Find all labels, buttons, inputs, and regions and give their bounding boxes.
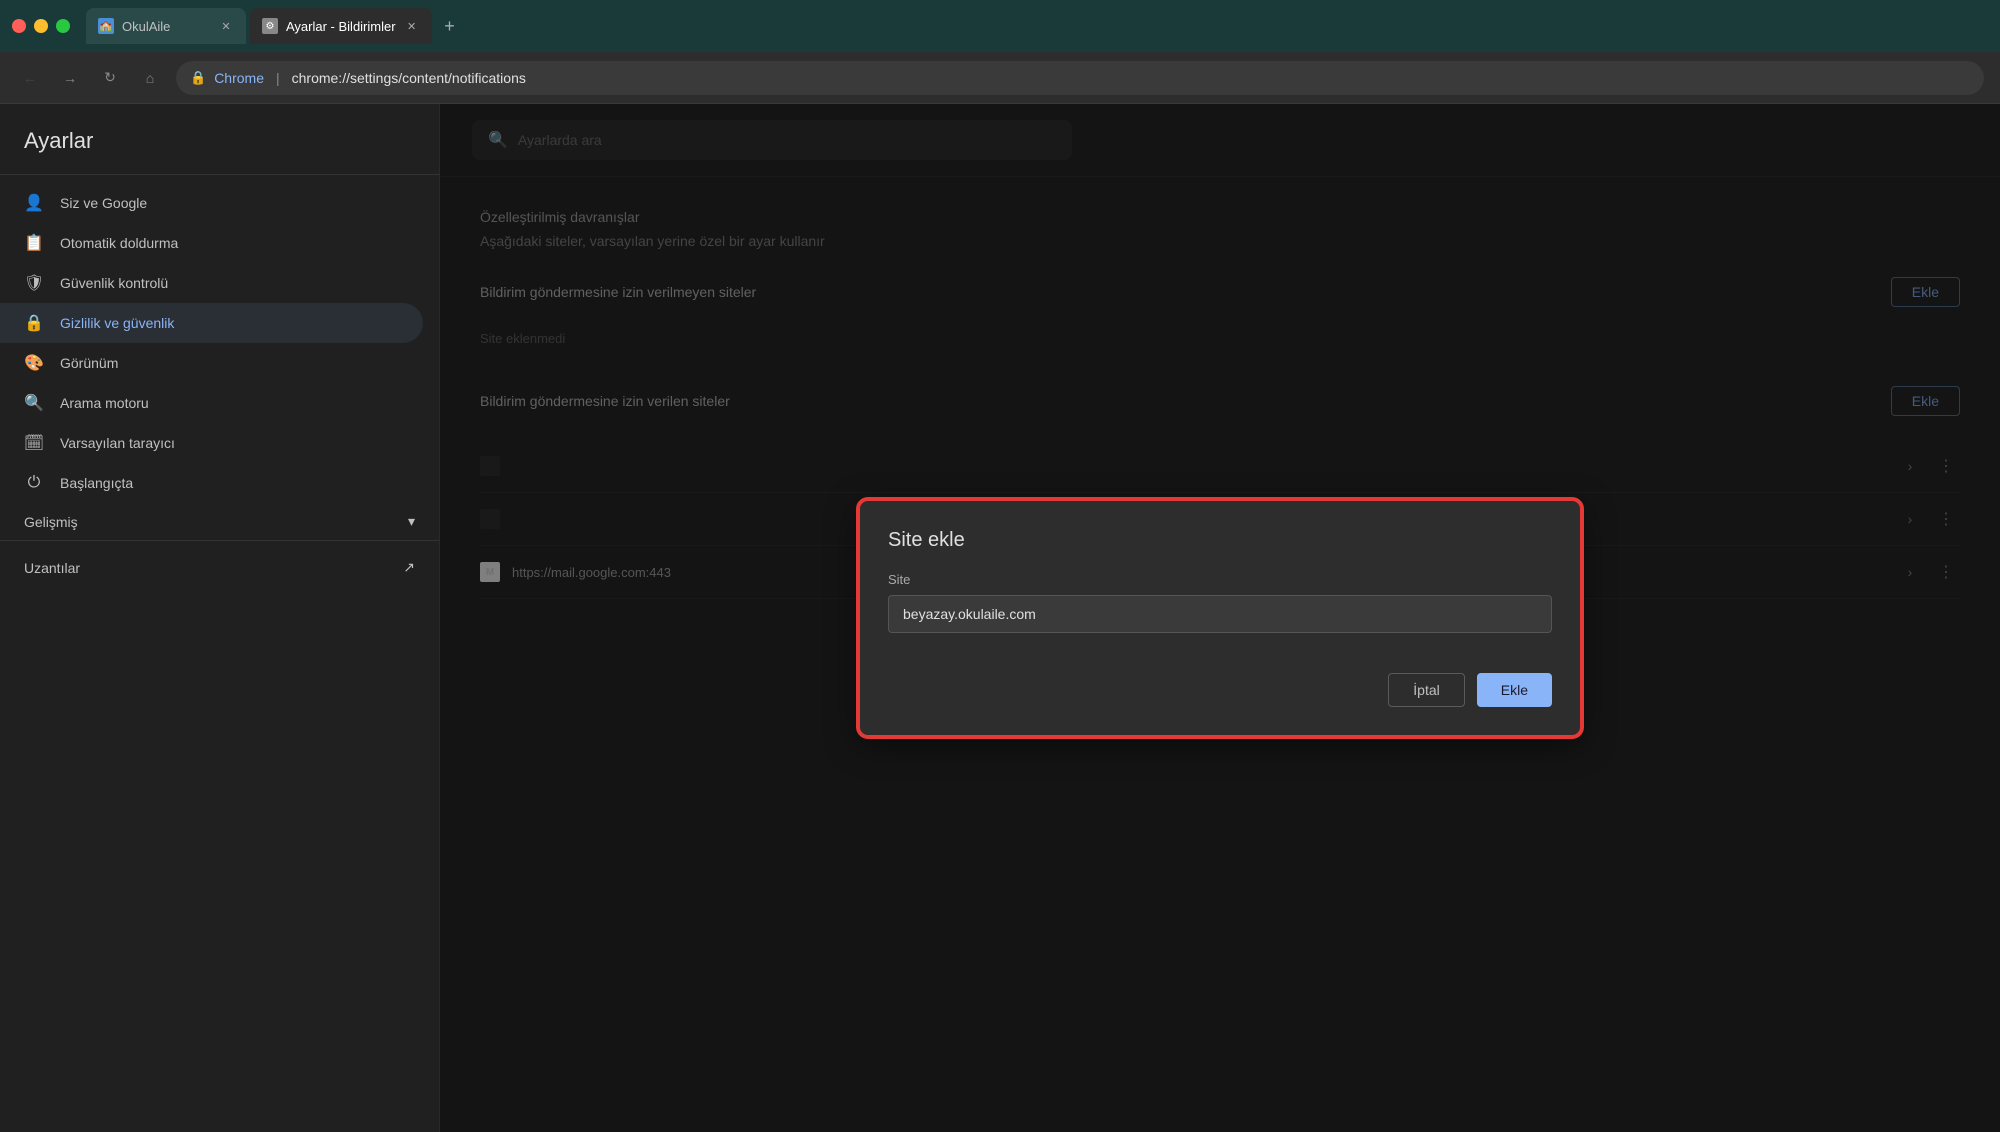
sidebar-label-gorunum: Görünüm: [60, 355, 118, 371]
sidebar-item-varsayilan-tarayici[interactable]: 🗓 Varsayılan tarayıcı: [0, 423, 423, 463]
dialog-overlay: Site ekle Site İptal Ekle: [440, 104, 2000, 1132]
tab-settings[interactable]: ⚙ Ayarlar - Bildirimler ✕: [250, 8, 432, 44]
url-text: chrome://settings/content/notifications: [292, 70, 526, 86]
power-icon: ⏻: [24, 473, 44, 493]
shield-icon: 🛡: [24, 273, 44, 293]
main-layout: Ayarlar 👤 Siz ve Google 📋 Otomatik doldu…: [0, 104, 2000, 1132]
sidebar: Ayarlar 👤 Siz ve Google 📋 Otomatik doldu…: [0, 104, 440, 1132]
clipboard-icon: 📋: [24, 233, 44, 253]
tab-close-settings[interactable]: ✕: [404, 18, 420, 34]
sidebar-item-baslangicta[interactable]: ⏻ Başlangıçta: [0, 463, 423, 503]
url-brand: Chrome: [214, 70, 264, 86]
sidebar-label-baslangicta: Başlangıçta: [60, 475, 133, 491]
sidebar-item-uzantilar[interactable]: Uzantılar ↗: [0, 549, 439, 586]
tab-okulaile[interactable]: 🏫 OkulAile ✕: [86, 8, 246, 44]
dialog-actions: İptal Ekle: [888, 673, 1552, 707]
dialog-add-button[interactable]: Ekle: [1477, 673, 1552, 707]
sidebar-divider-2: [0, 540, 439, 541]
sidebar-label-varsayilan-tarayici: Varsayılan tarayıcı: [60, 435, 175, 451]
tab-favicon-settings: ⚙: [262, 18, 278, 34]
chevron-down-icon: ▾: [408, 513, 415, 530]
tab-favicon-okulaile: 🏫: [98, 18, 114, 34]
minimize-window-button[interactable]: [34, 19, 48, 33]
dialog-cancel-button[interactable]: İptal: [1388, 673, 1464, 707]
external-link-icon: ↗: [403, 559, 415, 576]
palette-icon: 🎨: [24, 353, 44, 373]
addressbar: ← → ↻ ⌂ 🔒 Chrome | chrome://settings/con…: [0, 52, 2000, 104]
sidebar-title: Ayarlar: [0, 128, 439, 174]
sidebar-label-gelismis: Gelişmiş: [24, 514, 78, 530]
content-area: 🔍 Özelleştirilmiş davranışlar Aşağıdaki …: [440, 104, 2000, 1132]
sidebar-label-otomatik-doldurma: Otomatik doldurma: [60, 235, 178, 251]
close-window-button[interactable]: [12, 19, 26, 33]
sidebar-item-guvenlik-kontrolu[interactable]: 🛡 Güvenlik kontrolü: [0, 263, 423, 303]
sidebar-item-arama-motoru[interactable]: 🔍 Arama motoru: [0, 383, 423, 423]
forward-button[interactable]: →: [56, 64, 84, 92]
sidebar-item-gelismis[interactable]: Gelişmiş ▾: [0, 503, 439, 540]
home-button[interactable]: ⌂: [136, 64, 164, 92]
titlebar: 🏫 OkulAile ✕ ⚙ Ayarlar - Bildirimler ✕ +: [0, 0, 2000, 52]
dialog-site-input[interactable]: [888, 595, 1552, 633]
site-ekle-dialog: Site ekle Site İptal Ekle: [860, 501, 1580, 735]
sidebar-item-gizlilik-ve-guvenlik[interactable]: 🔒 Gizlilik ve güvenlik: [0, 303, 423, 343]
reload-button[interactable]: ↻: [96, 64, 124, 92]
sidebar-divider: [0, 174, 439, 175]
dialog-field-label: Site: [888, 572, 1552, 587]
sidebar-item-otomatik-doldurma[interactable]: 📋 Otomatik doldurma: [0, 223, 423, 263]
tab-bar: 🏫 OkulAile ✕ ⚙ Ayarlar - Bildirimler ✕ +: [86, 8, 1988, 44]
secure-icon: 🔒: [190, 70, 206, 86]
back-button[interactable]: ←: [16, 64, 44, 92]
search-icon: 🔍: [24, 393, 44, 413]
lock-icon: 🔒: [24, 313, 44, 333]
traffic-lights: [12, 19, 70, 33]
sidebar-item-siz-ve-google[interactable]: 👤 Siz ve Google: [0, 183, 423, 223]
sidebar-label-guvenlik-kontrolu: Güvenlik kontrolü: [60, 275, 168, 291]
tab-close-okulaile[interactable]: ✕: [218, 18, 234, 34]
fullscreen-window-button[interactable]: [56, 19, 70, 33]
url-bar[interactable]: 🔒 Chrome | chrome://settings/content/not…: [176, 61, 1984, 95]
url-separator: |: [276, 70, 280, 86]
tab-title-settings: Ayarlar - Bildirimler: [286, 19, 396, 34]
person-icon: 👤: [24, 193, 44, 213]
new-tab-button[interactable]: +: [436, 12, 464, 40]
dialog-title: Site ekle: [888, 529, 1552, 552]
sidebar-label-siz-ve-google: Siz ve Google: [60, 195, 147, 211]
sidebar-label-gizlilik-ve-guvenlik: Gizlilik ve güvenlik: [60, 315, 174, 331]
tab-title-okulaile: OkulAile: [122, 19, 210, 34]
sidebar-item-gorunum[interactable]: 🎨 Görünüm: [0, 343, 423, 383]
sidebar-label-uzantilar: Uzantılar: [24, 560, 80, 576]
sidebar-label-arama-motoru: Arama motoru: [60, 395, 149, 411]
browser-icon: 🗓: [24, 433, 44, 453]
